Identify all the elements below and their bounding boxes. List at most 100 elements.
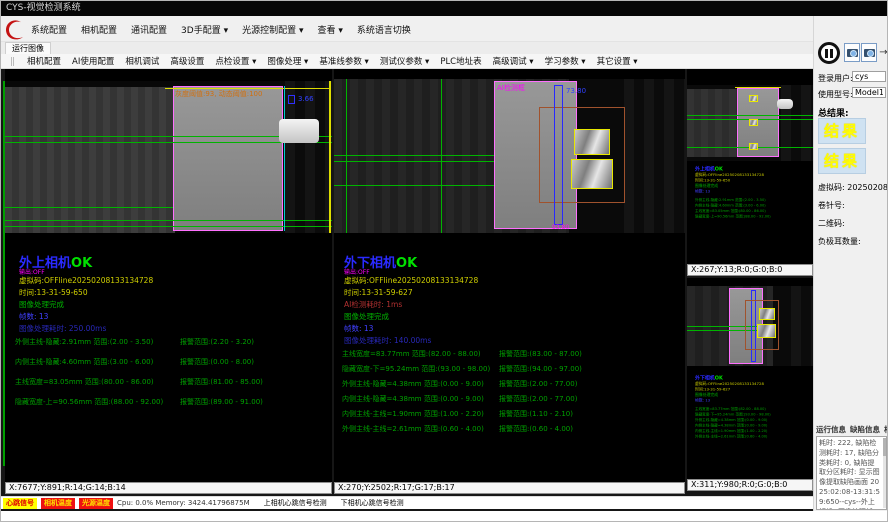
lower-camera-heartbeat-text: 下相机心跳信号检测	[341, 498, 404, 508]
right-camera-result: OK	[396, 256, 417, 271]
log-tabs: 运行信息 缺陷信息 相机信息	[816, 424, 888, 435]
part-region-outline	[173, 86, 283, 231]
tool-learning-params[interactable]: 学习参数 ▾	[545, 55, 586, 67]
left-elapsed-text: 图像处理耗时: 250.00ms	[19, 323, 106, 334]
menu-language-switch[interactable]: 系统语言切换	[357, 23, 411, 36]
measurement-row: 内侧主线-主线=1.90mm 范围:(1.00 - 2.20)	[342, 409, 484, 419]
tool-plc-address[interactable]: PLC地址表	[440, 55, 481, 67]
tab-detect-box	[574, 129, 610, 155]
width-overlay-label: 3.66	[298, 95, 314, 103]
status-bar: 心跳信号 相机温度 光源温度 Cpu: 0.0% Memory: 3424.41…	[1, 496, 813, 509]
connector-clip	[279, 119, 319, 143]
alarm-range: 报警范围:(83.00 - 87.00)	[499, 349, 582, 359]
alarm-range: 报警范围:(89.00 - 91.00)	[180, 397, 263, 407]
small-view-1-coordinate-strip: X:267;Y:13;R:0;G:0;B:0	[687, 264, 813, 276]
main-area: 灰度阈值:93, 动态阈值:100 3.66 外上相机OK 输出:OFF 虚拟码…	[1, 69, 813, 511]
alarm-range: 报警范围:(2.00 - 77.00)	[499, 394, 577, 404]
light-temp-badge: 光源温度	[79, 498, 113, 509]
measurement-row: 外侧主线-隐藏:2.91mm 范围:(2.00 - 3.50)	[15, 337, 153, 347]
camera-capture-button[interactable]	[861, 43, 877, 62]
small-view-1-text: 外上相机OK 虚拟码:OFFline20250208133134728 时间:1…	[695, 165, 813, 218]
tool-camera-config[interactable]: 相机配置	[27, 55, 61, 67]
measurement-row: 外侧主线-隐藏=4.38mm 范围:(0.00 - 9.00)	[342, 379, 484, 389]
tool-ai-config[interactable]: AI使用配置	[72, 55, 114, 67]
ai-box-overlay-label: AI检测框	[497, 83, 525, 93]
measurement-row: 内侧主线-隐藏=4.38mm 范围:(0.00 - 9.00)	[342, 394, 484, 404]
right-camera-panel: AI检测框 73.80 93.80 外下相机OK 输出:OFF 虚拟码:OFFl…	[334, 69, 685, 482]
tab-row: 运行图像	[1, 42, 813, 54]
tool-image-processing[interactable]: 图像处理 ▾	[267, 55, 308, 67]
small-view-2-image[interactable]	[687, 286, 813, 366]
menu-system-config[interactable]: 系统配置	[31, 23, 67, 36]
right-frames-text: 帧数: 13	[344, 323, 373, 334]
log-tab-run[interactable]: 运行信息	[816, 424, 846, 435]
menu-view[interactable]: 查看 ▾	[317, 23, 342, 36]
camera-temp-badge: 相机温度	[41, 498, 75, 509]
model-input[interactable]	[852, 87, 886, 98]
menu-light-config[interactable]: 光源控制配置 ▾	[242, 23, 303, 36]
left-time-text: 时间:13-31-59-650	[19, 287, 88, 298]
measurement-row: 外侧主线-主线=2.61mm 范围:(0.60 - 4.00)	[342, 424, 484, 434]
virtual-code-label: 虚拟码: 20250208	[818, 182, 888, 193]
pause-button[interactable]	[818, 42, 840, 64]
left-coordinate-strip: X:7677;Y:891;R:14;G:14;B:14	[5, 482, 332, 494]
left-done-text: 图像处理完成	[19, 299, 64, 310]
log-tab-camera[interactable]: 相机信息	[884, 424, 888, 435]
right-camera-image[interactable]: AI检测框 73.80 93.80	[334, 79, 685, 233]
small-view-2: 外下相机OK 虚拟码:OFFline20250208133134728 时间:1…	[687, 278, 813, 479]
threshold-overlay-label: 灰度阈值:93, 动态阈值:100	[175, 89, 262, 99]
side-panel: → 登录用户: 使用型号: 总结果: 结果 结果 虚拟码: 20250208 卷…	[813, 16, 888, 511]
log-tab-defect[interactable]: 缺陷信息	[850, 424, 880, 435]
small-view-1: 外上相机OK 虚拟码:OFFline20250208133134728 时间:1…	[687, 69, 813, 264]
heartbeat-badge: 心跳信号	[3, 498, 37, 509]
right-done-text: 图像处理完成	[344, 311, 389, 322]
upper-camera-heartbeat-text: 上相机心跳信号检测	[264, 498, 327, 508]
result-badge-upper: 结果	[818, 118, 866, 144]
log-scrollbar[interactable]	[883, 438, 886, 508]
login-user-input[interactable]	[852, 71, 886, 82]
menu-camera-config[interactable]: 相机配置	[81, 23, 117, 36]
tool-other-settings[interactable]: 其它设置 ▾	[597, 55, 638, 67]
alarm-range: 报警范围:(81.00 - 85.00)	[180, 377, 263, 387]
left-camera-panel: 灰度阈值:93, 动态阈值:100 3.66 外上相机OK 输出:OFF 虚拟码…	[5, 69, 332, 482]
tool-baseline-params[interactable]: 基准线参数 ▾	[319, 55, 368, 67]
log-text-box[interactable]: 耗时: 222, 缺陷检测耗时: 17, 缺陷分类耗时: 0, 缺陷提取分区耗时…	[816, 436, 887, 510]
width-measure-box	[554, 85, 563, 225]
cpu-memory-text: Cpu: 0.0% Memory: 3424.41796875M	[117, 499, 250, 507]
width-marker-box	[288, 95, 295, 104]
mini-measurement: 外侧主线-主线=2.61mm 范围:(0.60 - 4.00)	[695, 433, 813, 439]
tab-run-image[interactable]: 运行图像	[5, 42, 51, 54]
menu-3d-config[interactable]: 3D手配置 ▾	[181, 23, 228, 36]
menu-items: 系统配置 相机配置 通讯配置 3D手配置 ▾ 光源控制配置 ▾ 查看 ▾ 系统语…	[31, 16, 411, 42]
tool-spot-check[interactable]: 点检设置 ▾	[215, 55, 256, 67]
title-bar: CYS-视觉检测系统	[1, 1, 888, 16]
window-title: CYS-视觉检测系统	[6, 3, 81, 13]
tool-camera-debug[interactable]: 相机调试	[125, 55, 159, 67]
alarm-range: 报警范围:(0.00 - 8.00)	[180, 357, 254, 367]
needle-number-label: 卷针号:	[818, 200, 845, 211]
tool-tester-params[interactable]: 测试仪参数 ▾	[380, 55, 429, 67]
measurement-row: 隐藏宽度-下=95.24mm 范围:(93.00 - 98.00)	[342, 364, 490, 374]
toolbar-grip	[11, 57, 14, 66]
exit-arrow-button[interactable]: →	[878, 43, 888, 62]
tool-advanced-debug[interactable]: 高级调试 ▾	[493, 55, 534, 67]
menu-comm-config[interactable]: 通讯配置	[131, 23, 167, 36]
measurement-row: 内侧主线-隐藏:4.60mm 范围:(3.00 - 6.00)	[15, 357, 153, 367]
camera-live-button[interactable]	[844, 43, 860, 62]
left-camera-result: OK	[71, 256, 92, 271]
model-label: 使用型号:	[818, 89, 853, 100]
right-coordinate-strip: X:270;Y:2502;R:17;G:17;B:17	[334, 482, 685, 494]
left-virtual-code: 虚拟码:OFFline20250208133134728	[19, 275, 153, 286]
virtual-code-value: 20250208	[847, 183, 888, 192]
left-camera-image[interactable]: 灰度阈值:93, 动态阈值:100 3.66	[5, 81, 332, 233]
tool-advanced-settings[interactable]: 高级设置	[170, 55, 204, 67]
width-overlay-label: 73.80	[566, 87, 586, 95]
small-view-1-image[interactable]	[687, 85, 813, 161]
log-scrollbar-thumb[interactable]	[883, 438, 886, 456]
toolbar: 相机配置 AI使用配置 相机调试 高级设置 点检设置 ▾ 图像处理 ▾ 基准线参…	[1, 54, 813, 69]
left-frames-text: 帧数: 13	[19, 311, 48, 322]
login-user-label: 登录用户:	[818, 73, 853, 84]
right-elapsed-text: 图像处理耗时: 140.00ms	[344, 335, 431, 346]
alarm-range: 报警范围:(2.20 - 3.20)	[180, 337, 254, 347]
small-view-2-coordinate-strip: X:311;Y:980;R:0;G:0;B:0	[687, 479, 813, 491]
